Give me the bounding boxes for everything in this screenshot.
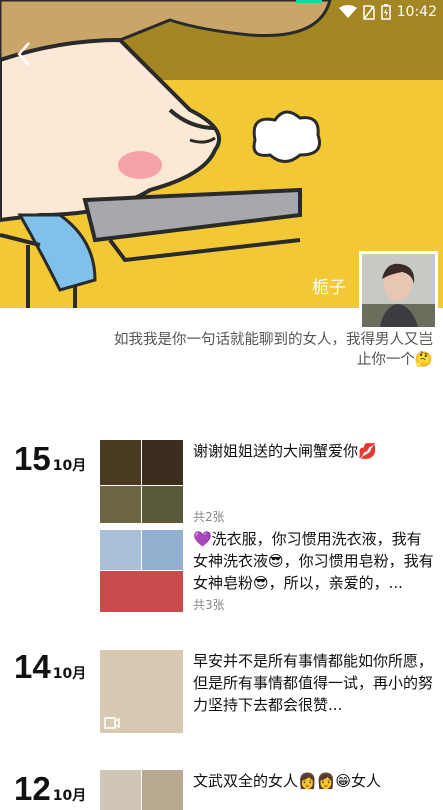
sim-icon [362, 4, 375, 20]
post-thumbnail[interactable] [100, 571, 183, 612]
profile-signature: 如我我是你一句话就能聊到的女人，我得男人又岂止你一个🤔 [114, 332, 433, 368]
date-label: 15 10月 [14, 440, 86, 478]
date-day: 12 [14, 770, 51, 807]
avatar-photo [362, 254, 435, 327]
video-icon [104, 717, 120, 729]
post-thumbnail[interactable] [142, 770, 183, 810]
post-thumbnail[interactable] [142, 530, 183, 570]
date-month: 10月 [52, 788, 87, 804]
post-thumbnail[interactable] [142, 440, 183, 485]
battery-icon [380, 4, 391, 20]
date-label: 12 10月 [14, 770, 86, 808]
profile-nickname: 栀子 [312, 278, 346, 298]
post-thumbnail[interactable] [100, 486, 141, 523]
photo-count: 共3张 [193, 598, 225, 612]
date-day: 14 [14, 648, 51, 685]
date-day: 15 [14, 440, 51, 477]
status-bar: 10:42 [0, 0, 443, 26]
post-thumbnail[interactable] [100, 440, 141, 485]
avatar[interactable] [359, 251, 438, 330]
post-thumbnail[interactable] [142, 486, 183, 523]
date-month: 10月 [52, 666, 87, 682]
photo-count: 共2张 [193, 510, 225, 524]
chevron-left-icon [17, 42, 30, 66]
status-accent [296, 0, 322, 3]
post-text: 文武双全的女人👩👩😁女人 [193, 772, 381, 790]
status-icons: 10:42 [338, 4, 437, 20]
post-thumbnail[interactable] [100, 530, 141, 570]
back-button[interactable] [10, 38, 38, 70]
post-thumbnail[interactable] [100, 770, 141, 810]
post-text: 💜洗衣服，你习惯用洗衣液，我有女神洗衣液😎，你习惯用皂粉，我有女神皂粉😎，所以，… [193, 530, 434, 592]
status-time: 10:42 [396, 4, 437, 20]
post-text: 早安并不是所有事情都能如你所愿，但是所有事情都值得一试，再小的努力坚持下去都会很… [193, 652, 434, 714]
wifi-icon [338, 5, 357, 18]
date-label: 14 10月 [14, 648, 86, 686]
post-thumbnail[interactable] [100, 650, 183, 733]
date-month: 10月 [52, 458, 87, 474]
post-text: 谢谢姐姐送的大闸蟹爱你💋 [193, 442, 377, 460]
